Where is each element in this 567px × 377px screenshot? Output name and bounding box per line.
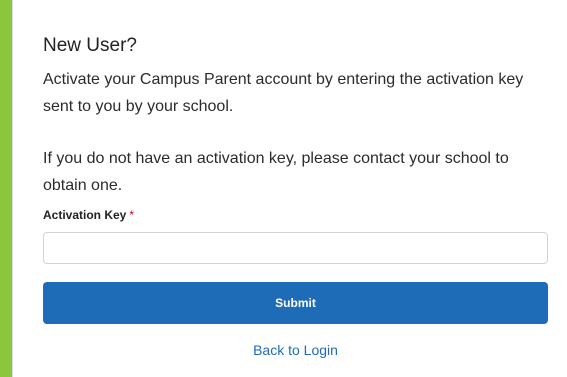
required-marker: *	[129, 208, 135, 222]
card-title: New User?	[43, 35, 137, 56]
no-key-instructions: If you do not have an activation key, pl…	[43, 150, 509, 194]
new-user-card: New User? Activate your Campus Parent ac…	[12, 0, 567, 377]
activation-key-label: Activation Key *	[43, 207, 134, 223]
activation-key-input[interactable]	[43, 232, 548, 264]
back-to-login-link[interactable]: Back to Login	[43, 340, 548, 360]
activation-instructions: Activate your Campus Parent account by e…	[43, 71, 524, 115]
submit-button[interactable]: Submit	[43, 282, 548, 324]
activation-key-label-text: Activation Key	[43, 208, 127, 222]
